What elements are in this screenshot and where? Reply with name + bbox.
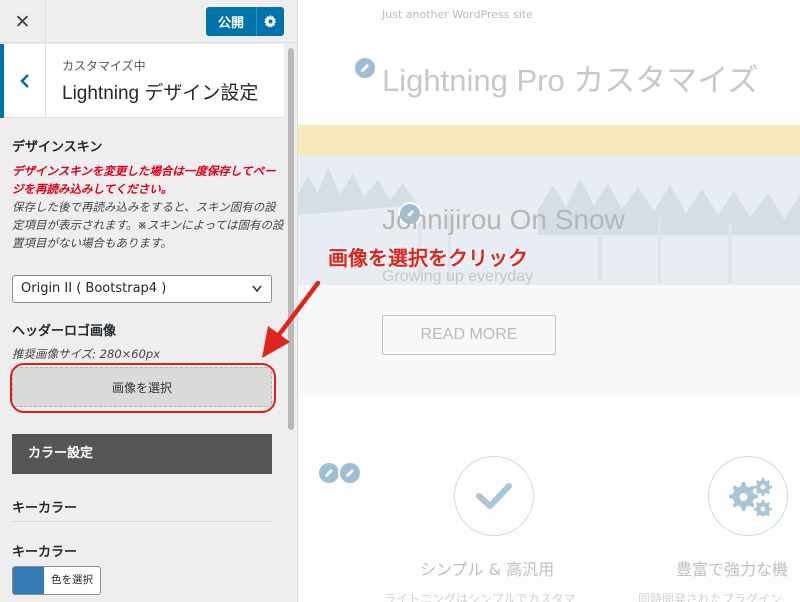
site-preview: Just another WordPress site Lightning Pr… bbox=[298, 0, 800, 602]
divider bbox=[12, 521, 272, 522]
gear-icon bbox=[264, 15, 277, 28]
edit-shortcut-widget-2[interactable] bbox=[338, 461, 362, 485]
design-skin-warning: デザインスキンを変更した場合は一度保存してページを再読み込みしてください。 bbox=[12, 164, 276, 196]
color-settings-button[interactable]: カラー設定 bbox=[12, 434, 272, 474]
design-skin-description: 保存した後で再読み込みをすると、スキン固有の設定項目が表示されます。※スキンによ… bbox=[12, 200, 284, 250]
header-band bbox=[298, 125, 800, 155]
site-title[interactable]: Lightning Pro カスタマイズ bbox=[382, 55, 758, 100]
sidebar-scrollbar[interactable] bbox=[286, 44, 296, 602]
key-color-section-heading: キーカラー bbox=[12, 501, 78, 516]
hero-title: Jonnijirou On Snow bbox=[382, 204, 625, 235]
pencil-icon bbox=[346, 469, 354, 477]
read-more-button[interactable]: READ MORE bbox=[382, 315, 556, 355]
close-customizer-button[interactable]: ✕ bbox=[0, 0, 46, 43]
scrollbar-thumb[interactable] bbox=[288, 48, 294, 430]
annotation-highlight-ring bbox=[10, 363, 276, 413]
chevron-left-icon bbox=[19, 74, 29, 88]
color-picker-button[interactable]: 色を選択 bbox=[12, 566, 101, 595]
feature-text-simple: ライトニングはシンプルでカスタマ bbox=[384, 592, 576, 602]
feature-circle-powerful bbox=[708, 456, 788, 536]
customizer-sidebar: ✕ 公開 カスタマイズ中 Lightning デザイン設定 デザインスキン デザ… bbox=[0, 0, 298, 602]
feature-title-powerful: 豊富で強力な機 bbox=[676, 560, 789, 579]
feature-text-powerful: 同時開発されたプラグイン bbox=[638, 592, 783, 602]
color-swatch bbox=[13, 567, 44, 594]
pencil-icon bbox=[325, 469, 333, 477]
site-tagline: Just another WordPress site bbox=[382, 8, 533, 21]
pencil-icon bbox=[361, 64, 369, 72]
gears-icon bbox=[729, 478, 772, 516]
chevron-down-icon bbox=[251, 276, 263, 312]
edit-shortcut-site-title[interactable] bbox=[353, 56, 377, 80]
design-skin-select[interactable]: Origin II ( Bootstrap4 ) bbox=[12, 275, 272, 303]
hero-slider bbox=[298, 155, 800, 395]
feature-circle-simple bbox=[454, 456, 534, 536]
publish-button[interactable]: 公開 bbox=[206, 7, 256, 36]
back-button[interactable] bbox=[0, 44, 46, 118]
close-icon: ✕ bbox=[14, 10, 31, 33]
publish-settings-button[interactable] bbox=[256, 7, 284, 36]
snowy-forest-image bbox=[298, 155, 800, 395]
customizing-label: カスタマイズ中 bbox=[62, 59, 146, 73]
header-logo-heading: ヘッダーロゴ画像 bbox=[12, 324, 117, 339]
section-title: Lightning デザイン設定 bbox=[62, 83, 259, 104]
color-picker-label: 色を選択 bbox=[51, 574, 93, 586]
customizer-topbar: ✕ 公開 bbox=[0, 0, 297, 43]
section-header: カスタマイズ中 Lightning デザイン設定 bbox=[0, 44, 284, 118]
annotation-callout: 画像を選択をクリック bbox=[328, 246, 528, 270]
recommended-size-note: 推奨画像サイズ: 280×60px bbox=[12, 347, 161, 361]
key-color-label: キーカラー bbox=[12, 545, 78, 560]
design-skin-heading: デザインスキン bbox=[12, 140, 103, 155]
feature-title-simple: シンプル & 高汎用 bbox=[420, 560, 555, 579]
design-skin-selected-value: Origin II ( Bootstrap4 ) bbox=[21, 281, 167, 296]
check-icon bbox=[476, 483, 512, 509]
publish-group: 公開 bbox=[206, 7, 284, 36]
